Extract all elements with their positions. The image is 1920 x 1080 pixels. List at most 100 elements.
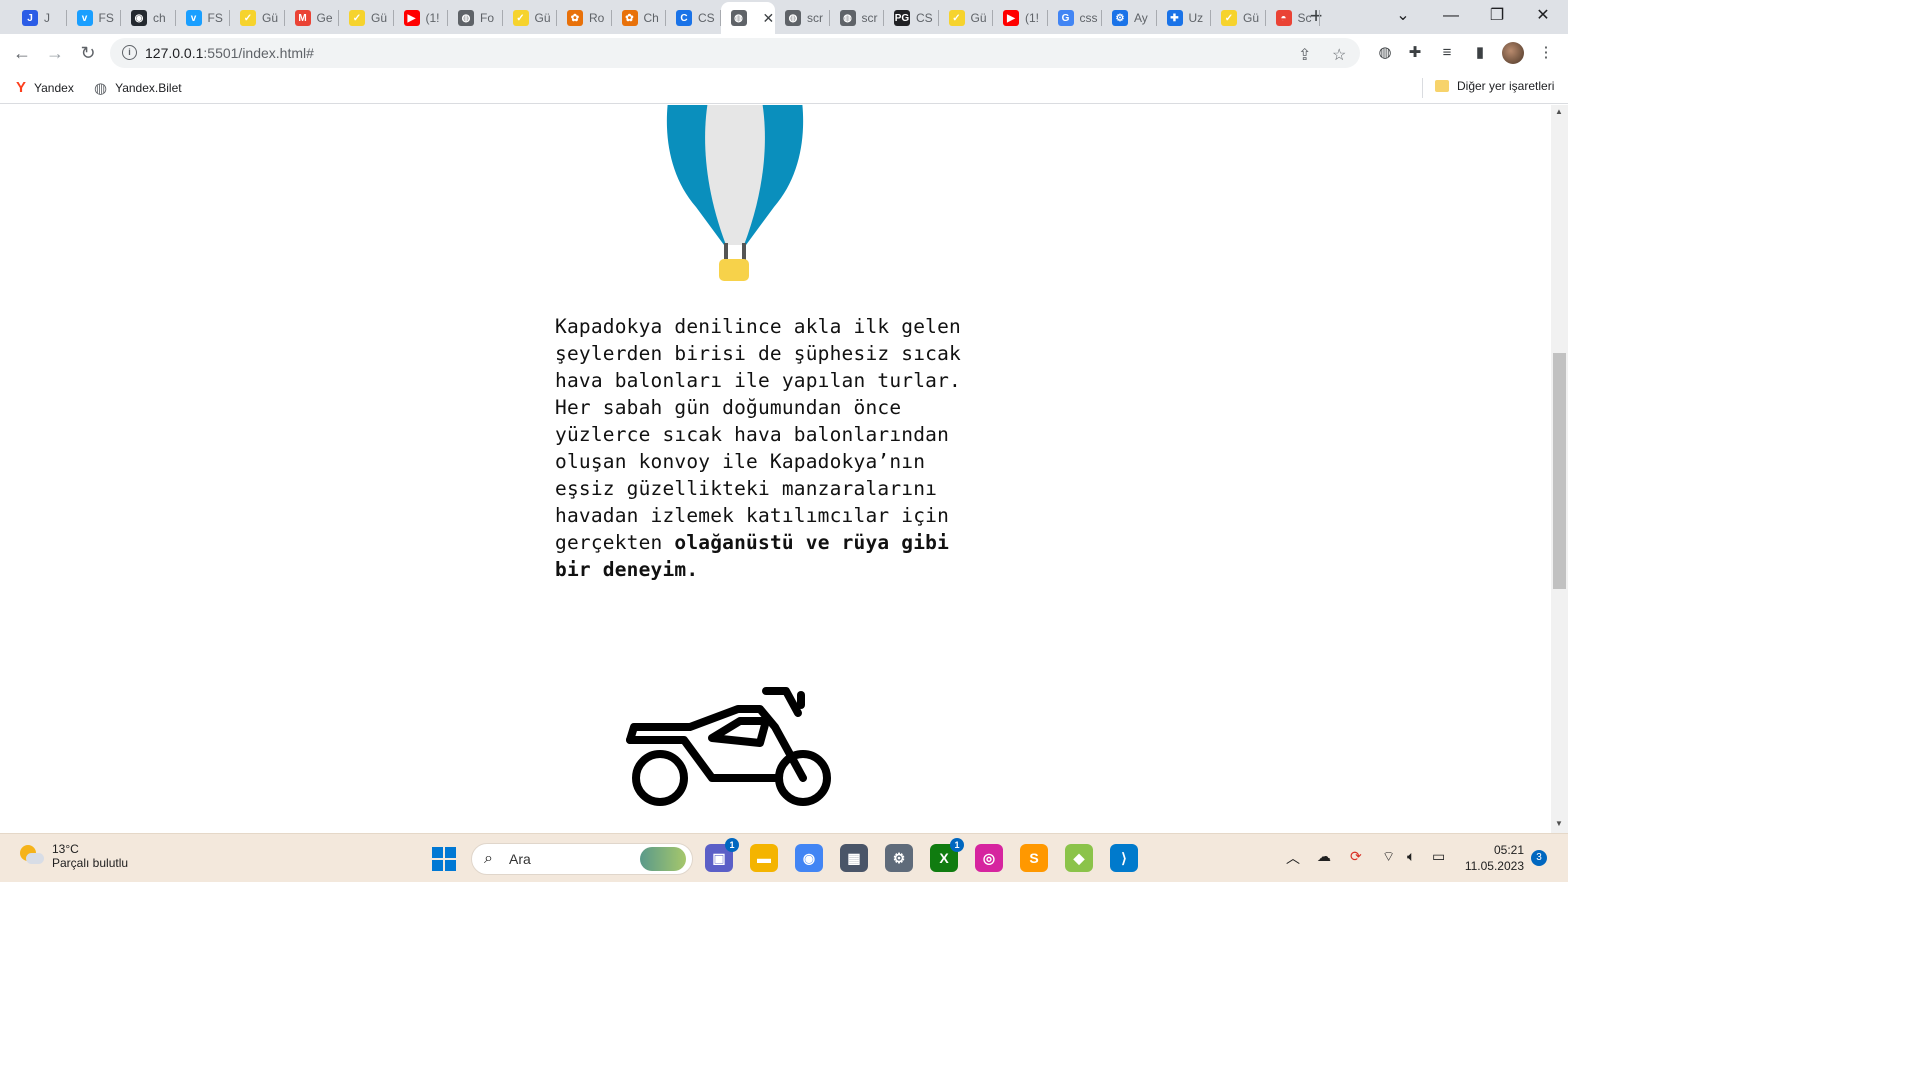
settings-icon[interactable]: ⚙	[885, 844, 913, 872]
menu-kebab-icon[interactable]: ⋮	[1536, 43, 1556, 63]
browser-toolbar: ← → ↻ i 127.0.0.1:5501/index.html# ⇪ ☆ ◍…	[0, 34, 1568, 72]
browser-tab[interactable]: v FS	[67, 4, 121, 32]
tab-favicon-icon: ⚙	[1112, 10, 1128, 26]
sublime-glyph: S	[1029, 850, 1039, 866]
browser-tab[interactable]: ◓ Sc	[1266, 4, 1320, 32]
folder-icon	[1435, 80, 1449, 92]
battery-icon[interactable]: ▭	[1432, 848, 1445, 865]
reload-icon[interactable]: ↻	[77, 42, 99, 64]
sync-icon[interactable]: ⟳	[1350, 848, 1362, 865]
browser-tab[interactable]: ▶ (1!	[394, 4, 448, 32]
bookmark-yandex-bilet[interactable]: ◍ Yandex.Bilet	[94, 79, 182, 97]
git-kraken-icon[interactable]: ◆	[1065, 844, 1093, 872]
notification-badge[interactable]: 3	[1531, 850, 1547, 866]
tab-title: FS	[207, 11, 223, 25]
forward-arrow-icon[interactable]: →	[44, 42, 66, 64]
instagram-icon[interactable]: ◎	[975, 844, 1003, 872]
vscode-glyph: ⟩	[1121, 849, 1127, 866]
tab-favicon-icon: ✓	[512, 10, 529, 26]
url-text[interactable]: 127.0.0.1:5501/index.html#	[145, 45, 314, 61]
browser-tab[interactable]: ◍ scr	[830, 4, 884, 32]
show-hidden-icons[interactable]: ︿	[1286, 848, 1300, 868]
tab-favicon-icon: G	[1057, 10, 1074, 26]
git-kraken-glyph: ◆	[1073, 849, 1085, 866]
tab-favicon-icon: ✓	[349, 10, 365, 26]
tab-search-icon[interactable]: ⌄	[1380, 4, 1426, 28]
tab-strip: + ⌄ — ❐ ✕ J Jv FS ◉ ch v FS ✓ Gü M Ge ✓ Gü ▶ (1! ◍ Fo ✓ Gü…	[0, 0, 1568, 34]
site-info-icon[interactable]: i	[122, 45, 137, 60]
page-scrollbar[interactable]: ▲ ▼	[1551, 105, 1568, 833]
browser-tab[interactable]: ✿ Ch	[612, 4, 666, 32]
other-bookmarks[interactable]: Diğer yer işaretleri	[1435, 79, 1554, 93]
explorer-icon[interactable]: ▬	[750, 844, 778, 872]
browser-tab[interactable]: ◍ scr	[775, 4, 830, 32]
extensions-puzzle-icon[interactable]: ✚	[1405, 43, 1425, 63]
profile-avatar[interactable]	[1502, 42, 1524, 64]
browser-tab[interactable]: ▶ (1!	[993, 4, 1048, 32]
weather-widget[interactable]: 13°C Parçalı bulutlu	[18, 842, 128, 870]
tab-favicon-icon: M	[294, 10, 311, 26]
side-panel-icon[interactable]: ▮	[1470, 43, 1490, 63]
browser-tab[interactable]: ✓ Gü	[1211, 4, 1266, 32]
url-path: :5501/index.html#	[203, 45, 314, 61]
bookmark-divider	[1422, 78, 1423, 98]
back-arrow-icon[interactable]: ←	[11, 42, 33, 64]
tab-active[interactable]: ◍ ✕	[720, 2, 775, 34]
browser-tab[interactable]: ⚙ Ay	[1102, 4, 1157, 32]
browser-tab[interactable]: ◉ ch	[121, 4, 176, 32]
media-control-icon[interactable]: ≡	[1437, 43, 1457, 63]
close-window-button[interactable]: ✕	[1520, 4, 1566, 28]
start-button[interactable]	[432, 847, 456, 871]
browser-tab[interactable]: ✓ Gü	[230, 4, 285, 32]
tab-title: Ge	[316, 11, 333, 25]
browser-tab[interactable]: M Ge	[285, 4, 339, 32]
teams-icon[interactable]: ▣ 1	[705, 838, 739, 872]
chrome-glyph: ◉	[802, 849, 816, 866]
share-icon[interactable]: ⇪	[1298, 45, 1311, 65]
tab-title: Ay	[1134, 11, 1148, 25]
wifi-icon[interactable]: ⌔	[1382, 848, 1395, 866]
browser-tab[interactable]: ◍ Fo	[448, 4, 503, 32]
browser-tab[interactable]: ✚ Uz	[1157, 4, 1211, 32]
taskbar-search-box[interactable]: ⌕ Ara	[471, 843, 693, 875]
bookmark-yandex[interactable]: Y Yandex	[16, 79, 74, 96]
tab-favicon-icon: ◍	[785, 10, 801, 26]
globe-icon: ◍	[94, 80, 108, 97]
scroll-down-arrow-icon[interactable]: ▼	[1555, 819, 1563, 828]
calculator-glyph: ▦	[847, 849, 861, 866]
onedrive-cloud-icon[interactable]: ☁	[1317, 848, 1331, 865]
scroll-up-arrow-icon[interactable]: ▲	[1555, 107, 1563, 116]
browser-tab[interactable]: v FS	[176, 4, 230, 32]
minimize-button[interactable]: —	[1428, 4, 1474, 28]
chrome-icon[interactable]: ◉	[795, 844, 823, 872]
browser-tab[interactable]: ✓ Gü	[503, 4, 557, 32]
xbox-icon[interactable]: X1	[930, 838, 964, 872]
extension-icon[interactable]: ◍	[1375, 43, 1395, 63]
browser-tab[interactable]: C CS	[666, 4, 721, 32]
browser-tab[interactable]: PG CS	[884, 4, 939, 32]
tab-close-icon[interactable]: ✕	[763, 10, 775, 27]
tab-favicon-icon: ◍	[730, 10, 747, 26]
browser-tab[interactable]: JJ	[12, 4, 67, 32]
clock-time: 05:21	[1493, 843, 1524, 857]
browser-tab[interactable]: ✓ Gü	[939, 4, 993, 32]
browser-tab[interactable]: ✿ Ro	[557, 4, 612, 32]
browser-tab[interactable]: Gcss	[1048, 4, 1102, 32]
calculator-icon[interactable]: ▦	[840, 844, 868, 872]
volume-icon[interactable]: 🔈︎	[1407, 848, 1415, 865]
system-clock[interactable]: 05:21 11.05.2023	[1462, 842, 1524, 874]
bookmark-star-icon[interactable]: ☆	[1332, 45, 1346, 65]
tab-favicon-icon: v	[76, 10, 93, 26]
windows-taskbar: 13°C Parçalı bulutlu ⌕ Ara ▣ 1 ▬ ◉ ▦ ⚙ X 1 ◎ S ◆ ⟩ …	[0, 833, 1568, 882]
page-viewport: Kapadokya denilince akla ilk gelen şeyle…	[0, 105, 1551, 833]
instagram-glyph: ◎	[982, 849, 996, 866]
vscode-icon[interactable]: ⟩	[1110, 844, 1138, 872]
browser-tab[interactable]: ✓ Gü	[339, 4, 394, 32]
sublime-icon[interactable]: S	[1020, 844, 1048, 872]
maximize-button[interactable]: ❐	[1474, 4, 1520, 28]
scrollbar-thumb[interactable]	[1553, 353, 1566, 589]
address-bar[interactable]: i 127.0.0.1:5501/index.html# ⇪ ☆	[110, 38, 1360, 68]
tab-favicon-icon: ◓	[1275, 10, 1292, 26]
yandex-icon: Y	[16, 79, 27, 96]
windows-logo-icon	[432, 860, 443, 871]
